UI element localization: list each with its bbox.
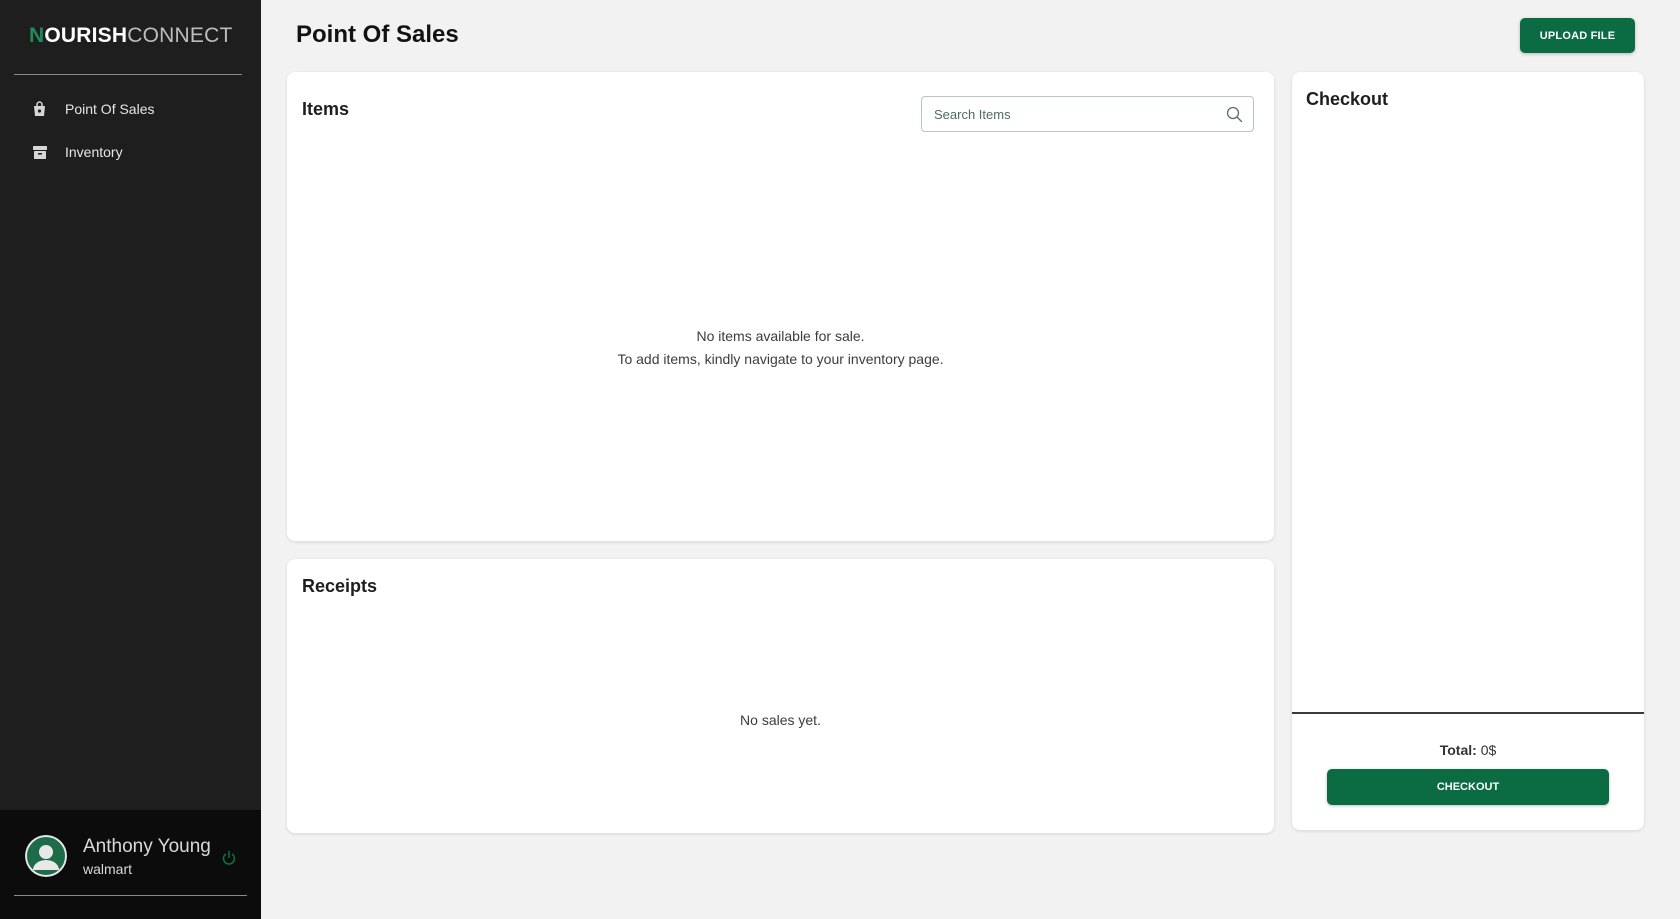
items-empty-line-1: No items available for sale. [696, 328, 865, 344]
items-title: Items [302, 99, 350, 119]
search-box [921, 96, 1254, 132]
checkout-divider [1292, 712, 1644, 714]
total-label: Total: [1439, 742, 1477, 758]
brand-logo[interactable]: NOURISHCONNECT [29, 24, 232, 48]
user-panel: Anthony Young walmart [0, 810, 261, 919]
items-empty-line-2: To add items, kindly navigate to your in… [617, 351, 944, 367]
logo-divider [14, 74, 242, 75]
page-title: Point Of Sales [296, 21, 459, 48]
search-input[interactable] [922, 97, 1212, 131]
shopping-bag-icon [31, 101, 48, 118]
user-divider [14, 895, 247, 896]
upload-file-button[interactable]: UPLOAD FILE [1520, 18, 1635, 53]
sidebar-item-label: Point Of Sales [65, 101, 155, 117]
sidebar-item-inventory[interactable]: Inventory [31, 139, 241, 165]
power-icon[interactable] [221, 850, 237, 866]
checkout-button[interactable]: CHECKOUT [1327, 769, 1609, 805]
checkout-panel: Checkout Total: 0$ CHECKOUT [1292, 72, 1644, 830]
archive-box-icon [31, 144, 48, 161]
user-avatar-icon[interactable] [25, 835, 67, 877]
items-empty-message: No items available for sale. To add item… [287, 325, 1274, 371]
user-name: Anthony Young [83, 836, 211, 857]
receipts-panel: Receipts No sales yet. [287, 559, 1274, 833]
user-organization: walmart [83, 861, 133, 877]
logo-word-ourish: OURISH [44, 24, 128, 47]
sidebar-item-point-of-sales[interactable]: Point Of Sales [31, 96, 241, 122]
receipts-title: Receipts [302, 576, 378, 596]
sidebar: NOURISHCONNECT Point Of Sales Inventory [0, 0, 261, 919]
logo-word-connect: CONNECT [127, 24, 233, 47]
checkout-total: Total: 0$ [1292, 742, 1644, 758]
search-icon[interactable] [1226, 106, 1243, 123]
items-panel: Items No items available for sale. To ad… [287, 72, 1274, 541]
sidebar-item-label: Inventory [65, 144, 123, 160]
checkout-title: Checkout [1306, 89, 1389, 109]
total-value: 0$ [1480, 742, 1497, 758]
receipts-empty-message: No sales yet. [740, 712, 821, 728]
logo-letter-n: N [29, 24, 45, 47]
